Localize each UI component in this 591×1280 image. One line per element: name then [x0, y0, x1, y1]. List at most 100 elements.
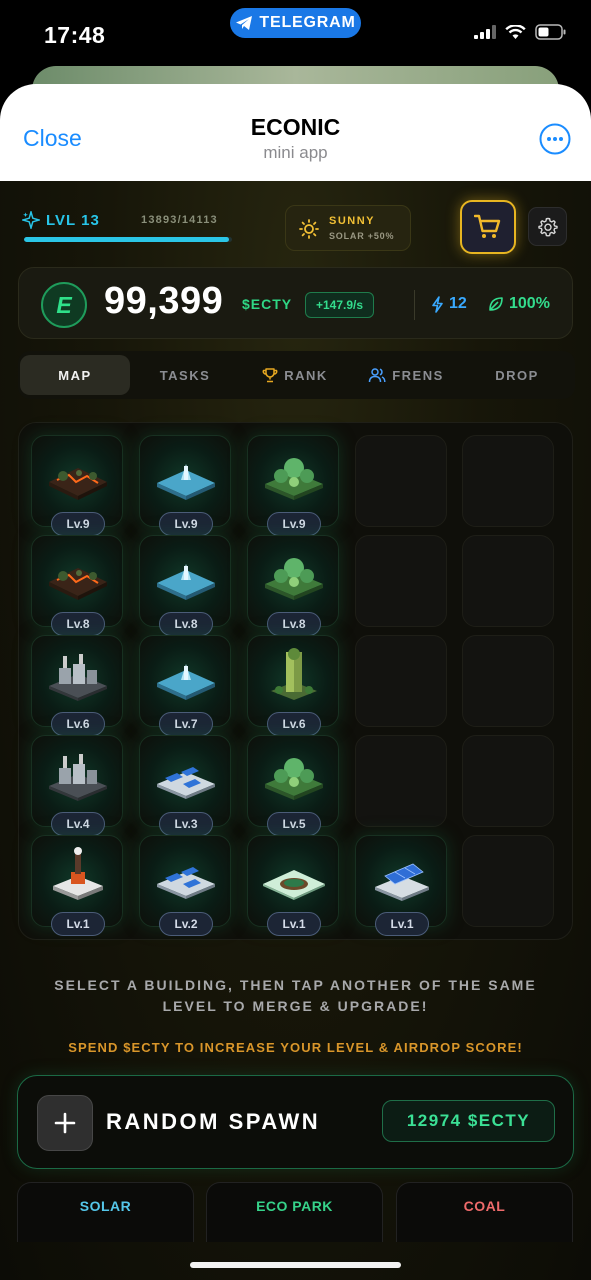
- level-badge: Lv.8: [51, 612, 105, 636]
- factory-building-icon: [49, 754, 107, 801]
- sun-icon: [299, 219, 319, 239]
- xp-progress-bar: [24, 237, 232, 242]
- status-icons: [474, 24, 567, 40]
- game-screen: LVL 13 13893/14113 SUNNY SOLAR +50% E 99…: [0, 181, 591, 1280]
- park-building-icon: [265, 458, 323, 500]
- balance-unit: $ECTY: [242, 296, 293, 312]
- park-building-icon: [265, 758, 323, 800]
- factory-building-icon: [49, 654, 107, 701]
- category-label: SOLAR: [79, 1198, 132, 1214]
- level-badge: Lv.9: [51, 512, 105, 536]
- grid-cell-park[interactable]: Lv.9: [247, 435, 339, 536]
- energy-stat: 12: [431, 295, 467, 313]
- level-indicator: LVL 13: [22, 211, 100, 229]
- energy-value: 12: [449, 295, 467, 312]
- grid-cell-empty[interactable]: [462, 835, 554, 927]
- tab-label: RANK: [284, 367, 328, 383]
- grid-cell-empty[interactable]: [355, 635, 447, 727]
- shop-button[interactable]: [460, 200, 516, 254]
- level-badge: Lv.6: [267, 712, 321, 736]
- merge-hint: SELECT A BUILDING, THEN TAP ANOTHER OF T…: [54, 977, 537, 1014]
- token-badge: E: [41, 282, 87, 328]
- category-tab-solar[interactable]: SOLAR: [17, 1182, 194, 1242]
- spawn-label: RANDOM SPAWN: [106, 1109, 321, 1134]
- eco-stat: 100%: [488, 295, 550, 313]
- grid-cell-empty[interactable]: [355, 435, 447, 527]
- eco-value: 100%: [509, 295, 550, 312]
- settings-button[interactable]: [528, 207, 567, 246]
- building-grid: Lv.9 Lv.9 Lv.9 Lv.8 Lv.8 Lv.8 Lv.6 Lv.7 Lv.6 Lv.4…: [18, 422, 573, 940]
- grid-cell-empty[interactable]: [355, 535, 447, 627]
- home-indicator: [190, 1262, 401, 1268]
- grid-cell-empty[interactable]: [462, 735, 554, 827]
- wifi-icon: [505, 24, 526, 39]
- trophy-icon: [262, 368, 278, 383]
- weather-label: SUNNY: [329, 215, 376, 227]
- grid-cell-coal[interactable]: Lv.9: [31, 435, 123, 536]
- grid-cell-empty[interactable]: [462, 535, 554, 627]
- tab-map[interactable]: MAP: [20, 355, 130, 395]
- miniapp-header: Close ECONIC mini app: [0, 84, 591, 181]
- balance-amount: 99,399: [104, 280, 224, 322]
- level-badge: Lv.7: [159, 712, 213, 736]
- tab-frens[interactable]: FRENS: [350, 355, 462, 395]
- random-spawn-card[interactable]: RANDOM SPAWN 12974 $ECTY: [17, 1075, 574, 1169]
- leaf-icon: [489, 297, 503, 311]
- level-badge: Lv.5: [267, 812, 321, 836]
- level-badge: Lv.9: [159, 512, 213, 536]
- xp-text: 13893/14113: [141, 214, 218, 226]
- telegram-icon: [236, 16, 253, 30]
- income-rate-badge: +147.9/s: [305, 292, 375, 318]
- grid-cell-solar[interactable]: Lv.3: [139, 735, 231, 836]
- app-title: ECONIC: [250, 114, 341, 140]
- level-badge: Lv.1: [267, 912, 321, 936]
- tab-label: FRENS: [392, 367, 444, 383]
- status-bar: 17:48 TELEGRAM: [0, 0, 591, 62]
- grid-cell-water[interactable]: Lv.9: [139, 435, 231, 536]
- spend-hint: SPEND $ECTY TO INCREASE YOUR LEVEL & AIR…: [68, 1040, 523, 1055]
- tab-drop[interactable]: DROP: [462, 355, 572, 395]
- grid-cell-solar[interactable]: Lv.2: [139, 835, 231, 936]
- coal-building-icon: [49, 468, 107, 500]
- more-options-icon[interactable]: [539, 123, 571, 155]
- grid-cell-water[interactable]: Lv.7: [139, 635, 231, 736]
- level-label: LVL 13: [46, 211, 100, 229]
- tab-tasks[interactable]: TASKS: [130, 355, 240, 395]
- tab-label: TASKS: [159, 367, 211, 383]
- spawn-cost[interactable]: 12974 $ECTY: [382, 1100, 555, 1142]
- level-badge: Lv.6: [51, 712, 105, 736]
- level-badge: Lv.3: [159, 812, 213, 836]
- level-badge: Lv.8: [267, 612, 321, 636]
- grid-cell-empty[interactable]: [355, 735, 447, 827]
- grid-cell-factory[interactable]: Lv.4: [31, 735, 123, 836]
- grid-cell-water[interactable]: Lv.8: [139, 535, 231, 636]
- tab-label: MAP: [58, 367, 92, 383]
- grid-cell-factory[interactable]: Lv.6: [31, 635, 123, 736]
- spawn-button[interactable]: [37, 1095, 93, 1151]
- category-tab-eco-park[interactable]: ECO PARK: [206, 1182, 383, 1242]
- lightning-icon: [432, 295, 443, 313]
- telegram-pill[interactable]: TELEGRAM: [230, 8, 361, 38]
- balance-card: E 99,399 $ECTY +147.9/s 12 100%: [18, 267, 573, 339]
- grid-cell-panel[interactable]: Lv.1: [355, 835, 447, 936]
- level-badge: Lv.4: [51, 812, 105, 836]
- telegram-pill-label: TELEGRAM: [259, 14, 356, 31]
- grid-cell-park[interactable]: Lv.8: [247, 535, 339, 636]
- grid-cell-pond[interactable]: Lv.1: [247, 835, 339, 936]
- category-tab-coal[interactable]: COAL: [396, 1182, 573, 1242]
- grid-cell-empty[interactable]: [462, 435, 554, 527]
- app-subtitle: mini app: [263, 143, 328, 162]
- tower-building-icon: [271, 648, 317, 700]
- tab-rank[interactable]: RANK: [240, 355, 350, 395]
- signal-icon: [474, 25, 496, 39]
- plus-icon: [54, 1112, 76, 1134]
- grid-cell-park[interactable]: Lv.5: [247, 735, 339, 836]
- grid-cell-coal[interactable]: Lv.8: [31, 535, 123, 636]
- category-label: ECO PARK: [256, 1198, 333, 1214]
- main-tabs: MAP TASKS RANK FRENS DROP: [18, 351, 575, 399]
- weather-card[interactable]: SUNNY SOLAR +50%: [285, 205, 411, 251]
- grid-cell-tower[interactable]: Lv.6: [247, 635, 339, 736]
- grid-cell-empty[interactable]: [462, 635, 554, 727]
- level-badge: Lv.1: [51, 912, 105, 936]
- grid-cell-chimney[interactable]: Lv.1: [31, 835, 123, 936]
